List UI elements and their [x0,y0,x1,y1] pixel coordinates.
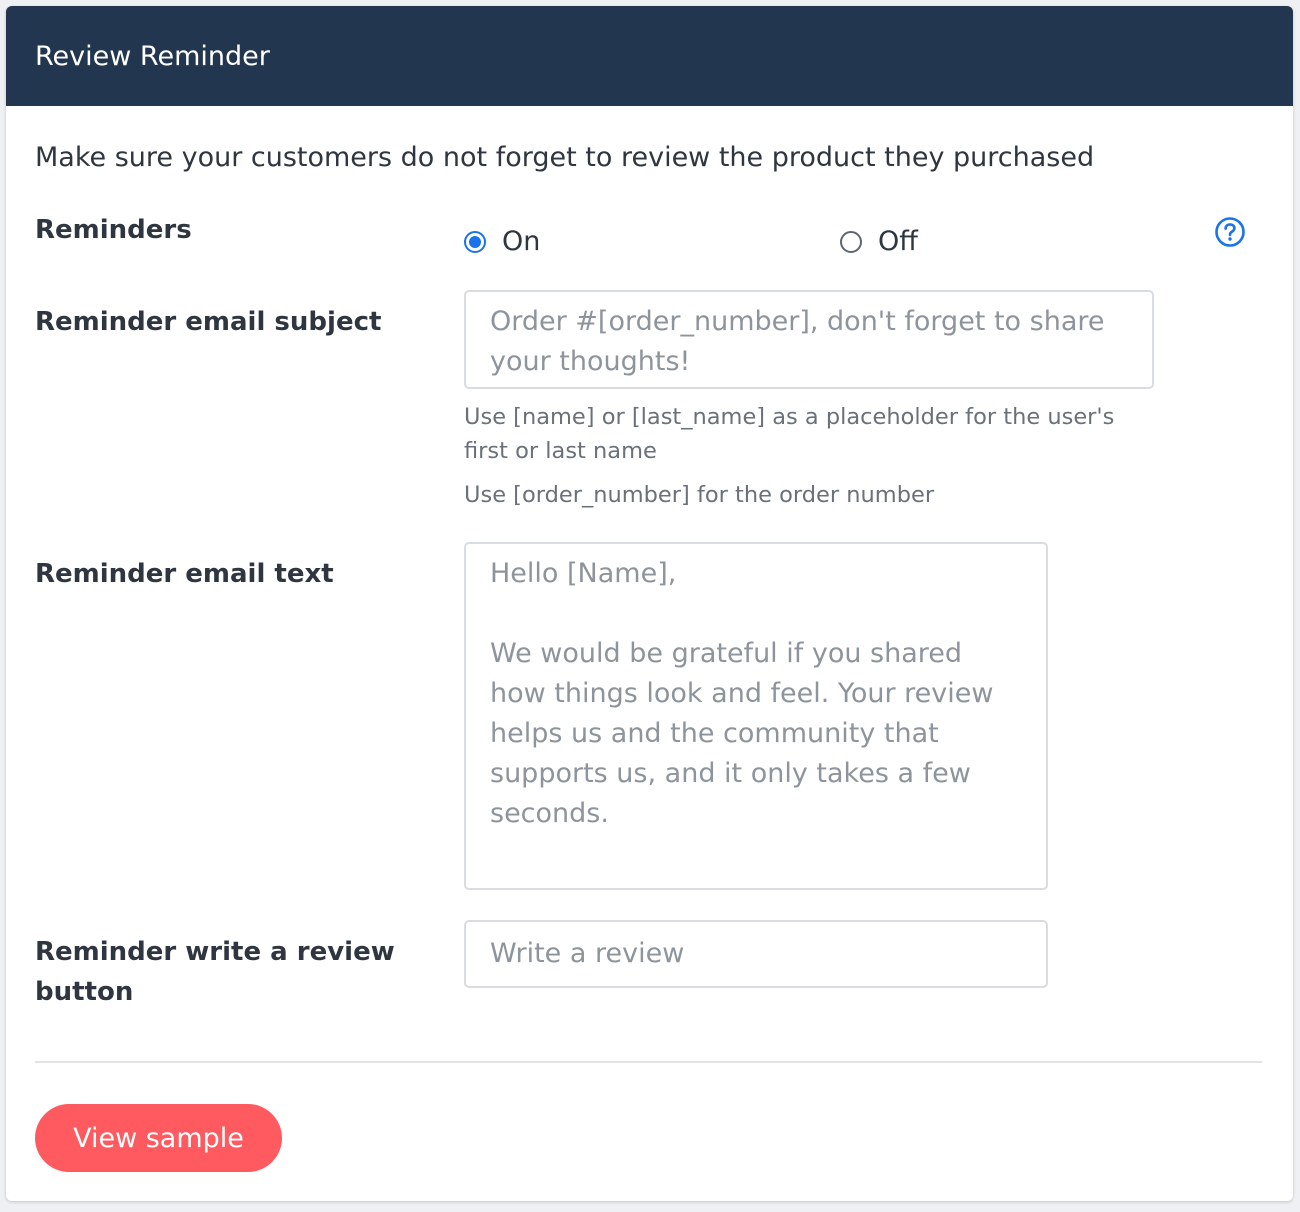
panel-title: Review Reminder [35,40,270,72]
subject-hint-order: Use [order_number] for the order number [464,482,935,508]
question-circle-icon[interactable] [1214,216,1246,248]
review-button-input[interactable]: Write a review [464,920,1048,988]
reminders-on-option[interactable]: On [464,226,540,257]
divider [35,1061,1262,1063]
reminders-label: Reminders [35,215,192,245]
review-reminder-panel: Review Reminder Make sure your customers… [6,6,1293,1201]
intro-text: Make sure your customers do not forget t… [35,142,1095,173]
reminders-off-radio[interactable] [840,230,862,253]
email-text-textarea[interactable]: Hello [Name], We would be grateful if yo… [464,542,1048,890]
subject-label: Reminder email subject [35,307,382,337]
panel-header: Review Reminder [6,6,1293,106]
reminders-off-label: Off [878,226,918,257]
email-text-label: Reminder email text [35,559,334,589]
reminders-on-label: On [502,226,541,257]
review-button-label: Reminder write a review button [35,937,395,1007]
reminders-on-radio[interactable] [464,230,486,253]
subject-input[interactable]: Order #[order_number], don't forget to s… [464,290,1154,389]
reminders-off-option[interactable]: Off [840,226,918,257]
view-sample-button[interactable]: View sample [35,1104,282,1172]
subject-hint-names: Use [name] or [last_name] as a placehold… [464,404,1115,464]
